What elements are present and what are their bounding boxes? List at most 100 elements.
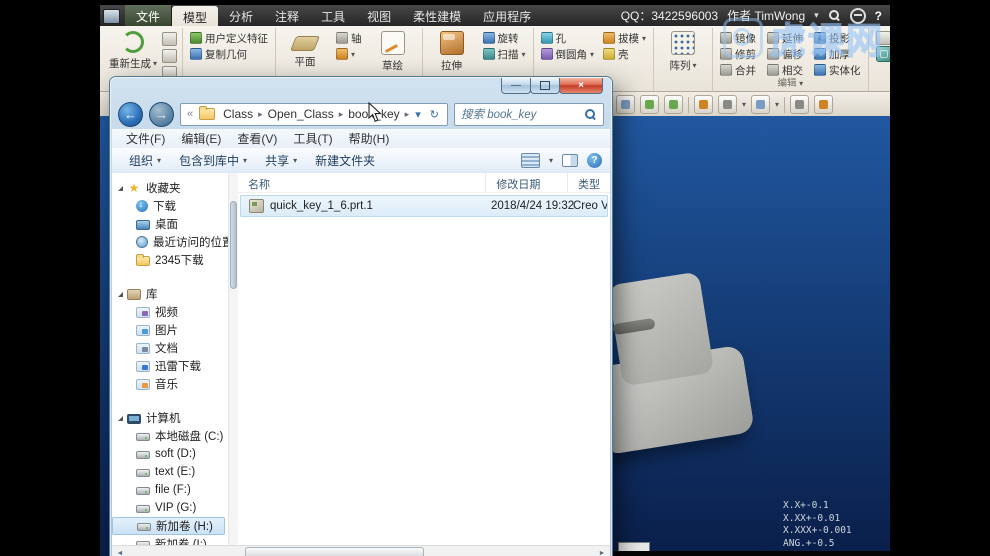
sidebar-item-drive-g[interactable]: VIP (G:): [112, 499, 228, 517]
scrollbar-thumb[interactable]: [230, 201, 237, 289]
repaint-icon[interactable]: [694, 95, 713, 114]
chevron-down-icon[interactable]: ▾: [814, 10, 819, 21]
search-icon[interactable]: [828, 9, 841, 22]
udf-button[interactable]: 用户定义特征: [188, 31, 270, 45]
shell-button[interactable]: 壳: [601, 47, 648, 61]
tab-tools[interactable]: 工具: [310, 5, 356, 26]
explorer-titlebar[interactable]: — ×: [110, 77, 612, 99]
trim-button[interactable]: 修剪: [718, 47, 758, 61]
include-in-library-button[interactable]: 包含到库中 ▾: [170, 152, 256, 169]
menu-file[interactable]: 文件(F): [118, 130, 173, 147]
tab-flexible-modeling[interactable]: 柔性建模: [402, 5, 472, 26]
merge-button[interactable]: 合并: [718, 63, 758, 77]
address-dropdown-icon[interactable]: ▾: [411, 108, 425, 121]
minimize-ribbon-icon[interactable]: [849, 7, 866, 24]
sidebar-scrollbar[interactable]: [228, 173, 238, 546]
tab-model[interactable]: 模型: [172, 6, 219, 26]
axis-button[interactable]: 轴: [334, 31, 364, 45]
sidebar-favorites[interactable]: ★ 收藏夹: [112, 179, 228, 197]
tab-applications[interactable]: 应用程序: [472, 5, 542, 26]
refit-icon[interactable]: [616, 95, 635, 114]
share-button[interactable]: 共享 ▾: [256, 152, 306, 169]
preview-pane-icon[interactable]: [562, 154, 578, 167]
breadcrumb-open-class[interactable]: Open_Class: [264, 107, 338, 121]
copy-icon[interactable]: [162, 32, 177, 46]
datum-display-icon[interactable]: [751, 95, 771, 114]
column-name[interactable]: 名称: [238, 173, 487, 192]
search-box[interactable]: 搜索 book_key: [454, 102, 604, 126]
scrollbar-track[interactable]: [128, 546, 594, 556]
help-icon[interactable]: ?: [587, 153, 602, 168]
copy-geometry-button[interactable]: 复制几何: [188, 47, 270, 61]
sidebar-item-drive-e[interactable]: text (E:): [112, 463, 228, 481]
sidebar-libraries[interactable]: 库: [112, 285, 228, 303]
sidebar-item-thunder-downloads[interactable]: 迅雷下载: [112, 357, 228, 375]
thicken-button[interactable]: 加厚: [812, 47, 863, 61]
tab-file[interactable]: 文件: [125, 5, 173, 26]
scroll-left-icon[interactable]: ◄: [112, 546, 128, 556]
sidebar-computer[interactable]: 计算机: [112, 409, 228, 427]
horizontal-scrollbar[interactable]: ◄ ►: [112, 545, 610, 556]
display-style-icon[interactable]: [718, 95, 737, 114]
sidebar-item-drive-d[interactable]: soft (D:): [112, 445, 228, 463]
tab-analysis[interactable]: 分析: [218, 5, 264, 26]
extend-button[interactable]: 延伸: [765, 31, 805, 45]
draft-button[interactable]: 拔模 ▾: [601, 31, 648, 45]
extrude-button[interactable]: 拉伸: [428, 28, 476, 73]
column-date-modified[interactable]: 修改日期: [486, 173, 568, 192]
new-folder-button[interactable]: 新建文件夹: [306, 152, 384, 169]
round-button[interactable]: 倒圆角 ▾: [539, 47, 597, 61]
sidebar-item-2345-downloads[interactable]: 2345下载: [112, 251, 228, 269]
chevron-down-icon[interactable]: ▾: [775, 100, 779, 109]
organize-button[interactable]: 组织 ▾: [120, 152, 170, 169]
hole-button[interactable]: 孔: [539, 31, 597, 45]
chevron-down-icon[interactable]: ▾: [549, 156, 553, 165]
column-type[interactable]: 类型: [568, 173, 610, 192]
solidify-button[interactable]: 实体化: [812, 63, 863, 77]
chevrons-left-icon[interactable]: «: [185, 108, 195, 120]
help-icon[interactable]: ?: [875, 9, 882, 23]
breadcrumb-class[interactable]: Class: [219, 107, 257, 121]
regenerate-button[interactable]: 重新生成 ▾: [109, 28, 157, 71]
address-bar[interactable]: « Class ▸ Open_Class ▸ book_key ▸ ▾ ↻: [180, 102, 448, 126]
tab-annotate[interactable]: 注释: [264, 5, 310, 26]
sketch-button[interactable]: 草绘: [369, 28, 417, 73]
sidebar-item-videos[interactable]: 视频: [112, 303, 228, 321]
menu-tools[interactable]: 工具(T): [285, 130, 340, 147]
file-row[interactable]: quick_key_1_6.prt.1 2018/4/24 19:32 Creo…: [240, 195, 608, 217]
breadcrumb-arrow-icon[interactable]: ▸: [405, 109, 410, 120]
project-button[interactable]: 投影: [812, 31, 863, 45]
change-view-icon[interactable]: [520, 153, 540, 168]
sidebar-item-pictures[interactable]: 图片: [112, 321, 228, 339]
fill-icon[interactable]: [875, 31, 890, 45]
point-button[interactable]: ▾: [334, 47, 364, 61]
menu-edit[interactable]: 编辑(E): [173, 130, 229, 147]
expanded-triangle-icon[interactable]: [118, 291, 123, 297]
expanded-triangle-icon[interactable]: [118, 415, 123, 421]
zoom-out-icon[interactable]: [664, 95, 683, 114]
menu-help[interactable]: 帮助(H): [341, 130, 398, 147]
pattern-button[interactable]: 阵列 ▾: [659, 28, 707, 73]
expanded-triangle-icon[interactable]: [118, 185, 123, 191]
offset-button[interactable]: 偏移: [765, 47, 805, 61]
sweep-button[interactable]: 扫描 ▾: [481, 47, 528, 61]
sidebar-item-documents[interactable]: 文档: [112, 339, 228, 357]
group-label-surfaces[interactable]: 曲面 ▾: [874, 78, 890, 91]
sidebar-item-recent-places[interactable]: 最近访问的位置: [112, 233, 228, 251]
sidebar-item-music[interactable]: 音乐: [112, 375, 228, 393]
window-maximize-button[interactable]: [530, 78, 560, 94]
window-close-button[interactable]: ×: [559, 78, 603, 94]
window-minimize-button[interactable]: —: [501, 78, 531, 94]
back-button[interactable]: ←: [118, 101, 143, 127]
group-label-editing[interactable]: 编辑 ▾: [718, 78, 863, 91]
tab-view[interactable]: 视图: [356, 5, 402, 26]
chevron-down-icon[interactable]: ▾: [742, 100, 746, 109]
plane-button[interactable]: 平面: [281, 28, 329, 69]
forward-button[interactable]: →: [149, 101, 174, 127]
sidebar-item-drive-c[interactable]: 本地磁盘 (C:): [112, 427, 228, 445]
sidebar-item-drive-f[interactable]: file (F:): [112, 481, 228, 499]
breadcrumb-arrow-icon[interactable]: ▸: [339, 109, 344, 120]
boundary-blend-button[interactable]: 边界混合: [874, 46, 890, 62]
revolve-button[interactable]: 旋转: [481, 31, 528, 45]
refresh-icon[interactable]: ↻: [426, 108, 443, 121]
